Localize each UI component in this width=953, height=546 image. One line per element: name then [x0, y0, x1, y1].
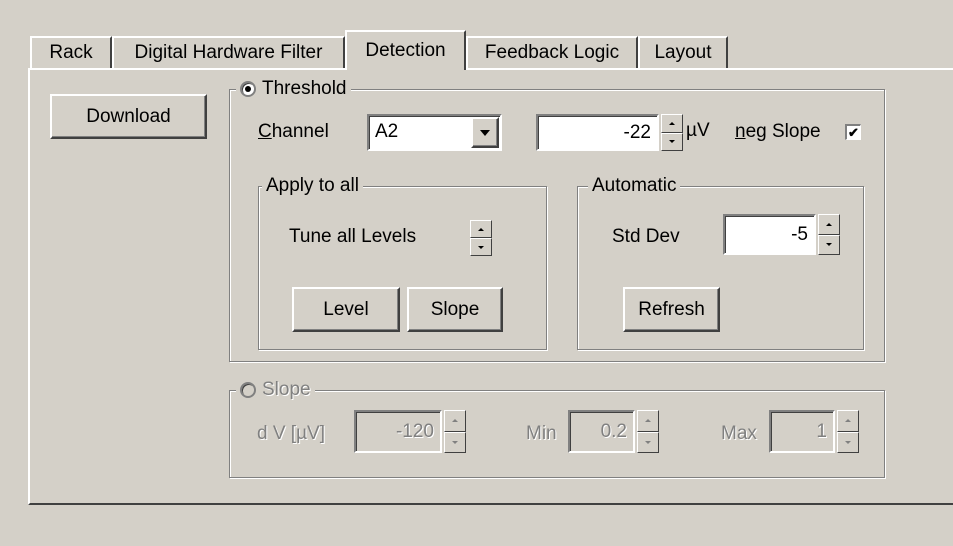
spin-up-icon[interactable] [637, 410, 659, 432]
automatic-legend: Automatic [588, 175, 681, 197]
channel-label-mnemonic: C [258, 121, 272, 142]
threshold-level-spinner[interactable] [661, 114, 683, 151]
spin-down-icon[interactable] [818, 234, 840, 255]
max-value: 1 [816, 420, 827, 442]
spin-down-icon[interactable] [637, 431, 659, 453]
dv-label: d V [µV] [257, 423, 325, 444]
slope-label: Slope [262, 379, 311, 400]
spin-up-icon[interactable] [837, 410, 859, 432]
spin-up-icon[interactable] [661, 114, 683, 133]
tab-feedback-logic-label: Feedback Logic [484, 42, 620, 63]
spin-down-icon[interactable] [661, 132, 683, 151]
min-spinner[interactable] [637, 410, 659, 453]
slope-legend: Slope [236, 379, 315, 401]
check-icon: ✔ [848, 125, 859, 140]
neg-slope-checkbox[interactable]: ✔ [845, 124, 861, 140]
tab-rack-label: Rack [49, 42, 93, 63]
spin-up-icon[interactable] [818, 214, 840, 235]
slope-radio[interactable] [240, 382, 256, 398]
chevron-down-icon[interactable] [471, 117, 499, 148]
refresh-button-label: Refresh [638, 298, 705, 320]
spin-down-icon[interactable] [444, 431, 466, 453]
channel-select[interactable]: A2 [367, 114, 502, 151]
tune-all-levels-label: Tune all Levels [289, 226, 417, 247]
slope-button-label: Slope [430, 298, 480, 320]
tab-digital-hardware-filter[interactable]: Digital Hardware Filter [112, 36, 345, 68]
spin-up-icon[interactable] [470, 220, 492, 238]
max-spinner[interactable] [837, 410, 859, 453]
max-input[interactable]: 1 [769, 410, 835, 453]
threshold-legend: Threshold [236, 78, 351, 100]
threshold-level-input[interactable]: -22 [536, 114, 659, 151]
tab-digital-hardware-filter-label: Digital Hardware Filter [134, 42, 323, 63]
neg-slope-mnemonic: n [735, 121, 746, 142]
neg-slope-text: eg Slope [745, 121, 821, 142]
max-label: Max [721, 423, 757, 444]
threshold-level-value: -22 [623, 121, 651, 143]
tab-layout[interactable]: Layout [638, 36, 728, 68]
threshold-radio[interactable] [240, 81, 256, 97]
std-dev-input[interactable]: -5 [723, 214, 816, 255]
spin-down-icon[interactable] [470, 238, 492, 256]
tune-all-levels-spinner[interactable] [470, 220, 492, 256]
spin-down-icon[interactable] [837, 431, 859, 453]
unit-label: µV [686, 120, 710, 141]
channel-select-value: A2 [375, 121, 399, 142]
apply-to-all-legend: Apply to all [262, 175, 363, 197]
dv-input[interactable]: -120 [354, 410, 442, 453]
tab-layout-label: Layout [654, 42, 712, 63]
min-label: Min [526, 423, 557, 444]
threshold-label: Threshold [262, 78, 347, 99]
download-button[interactable]: Download [50, 94, 207, 139]
min-input[interactable]: 0.2 [568, 410, 635, 453]
spin-up-icon[interactable] [444, 410, 466, 432]
refresh-button[interactable]: Refresh [623, 287, 720, 332]
dv-spinner[interactable] [444, 410, 466, 453]
tab-detection[interactable]: Detection [345, 30, 466, 70]
std-dev-value: -5 [791, 223, 808, 245]
slope-button[interactable]: Slope [407, 287, 503, 332]
min-value: 0.2 [600, 420, 627, 442]
tab-rack[interactable]: Rack [30, 36, 112, 68]
tab-feedback-logic[interactable]: Feedback Logic [466, 36, 638, 68]
automatic-group [577, 186, 864, 350]
neg-slope-label: neg Slope [735, 121, 821, 143]
channel-label-text: hannel [271, 121, 329, 142]
tab-detection-label: Detection [365, 40, 446, 61]
channel-label: Channel [258, 121, 329, 143]
std-dev-label: Std Dev [612, 226, 680, 247]
std-dev-spinner[interactable] [818, 214, 840, 255]
dv-value: -120 [395, 420, 434, 442]
level-button[interactable]: Level [292, 287, 400, 332]
download-button-label: Download [86, 105, 171, 127]
level-button-label: Level [323, 298, 369, 320]
